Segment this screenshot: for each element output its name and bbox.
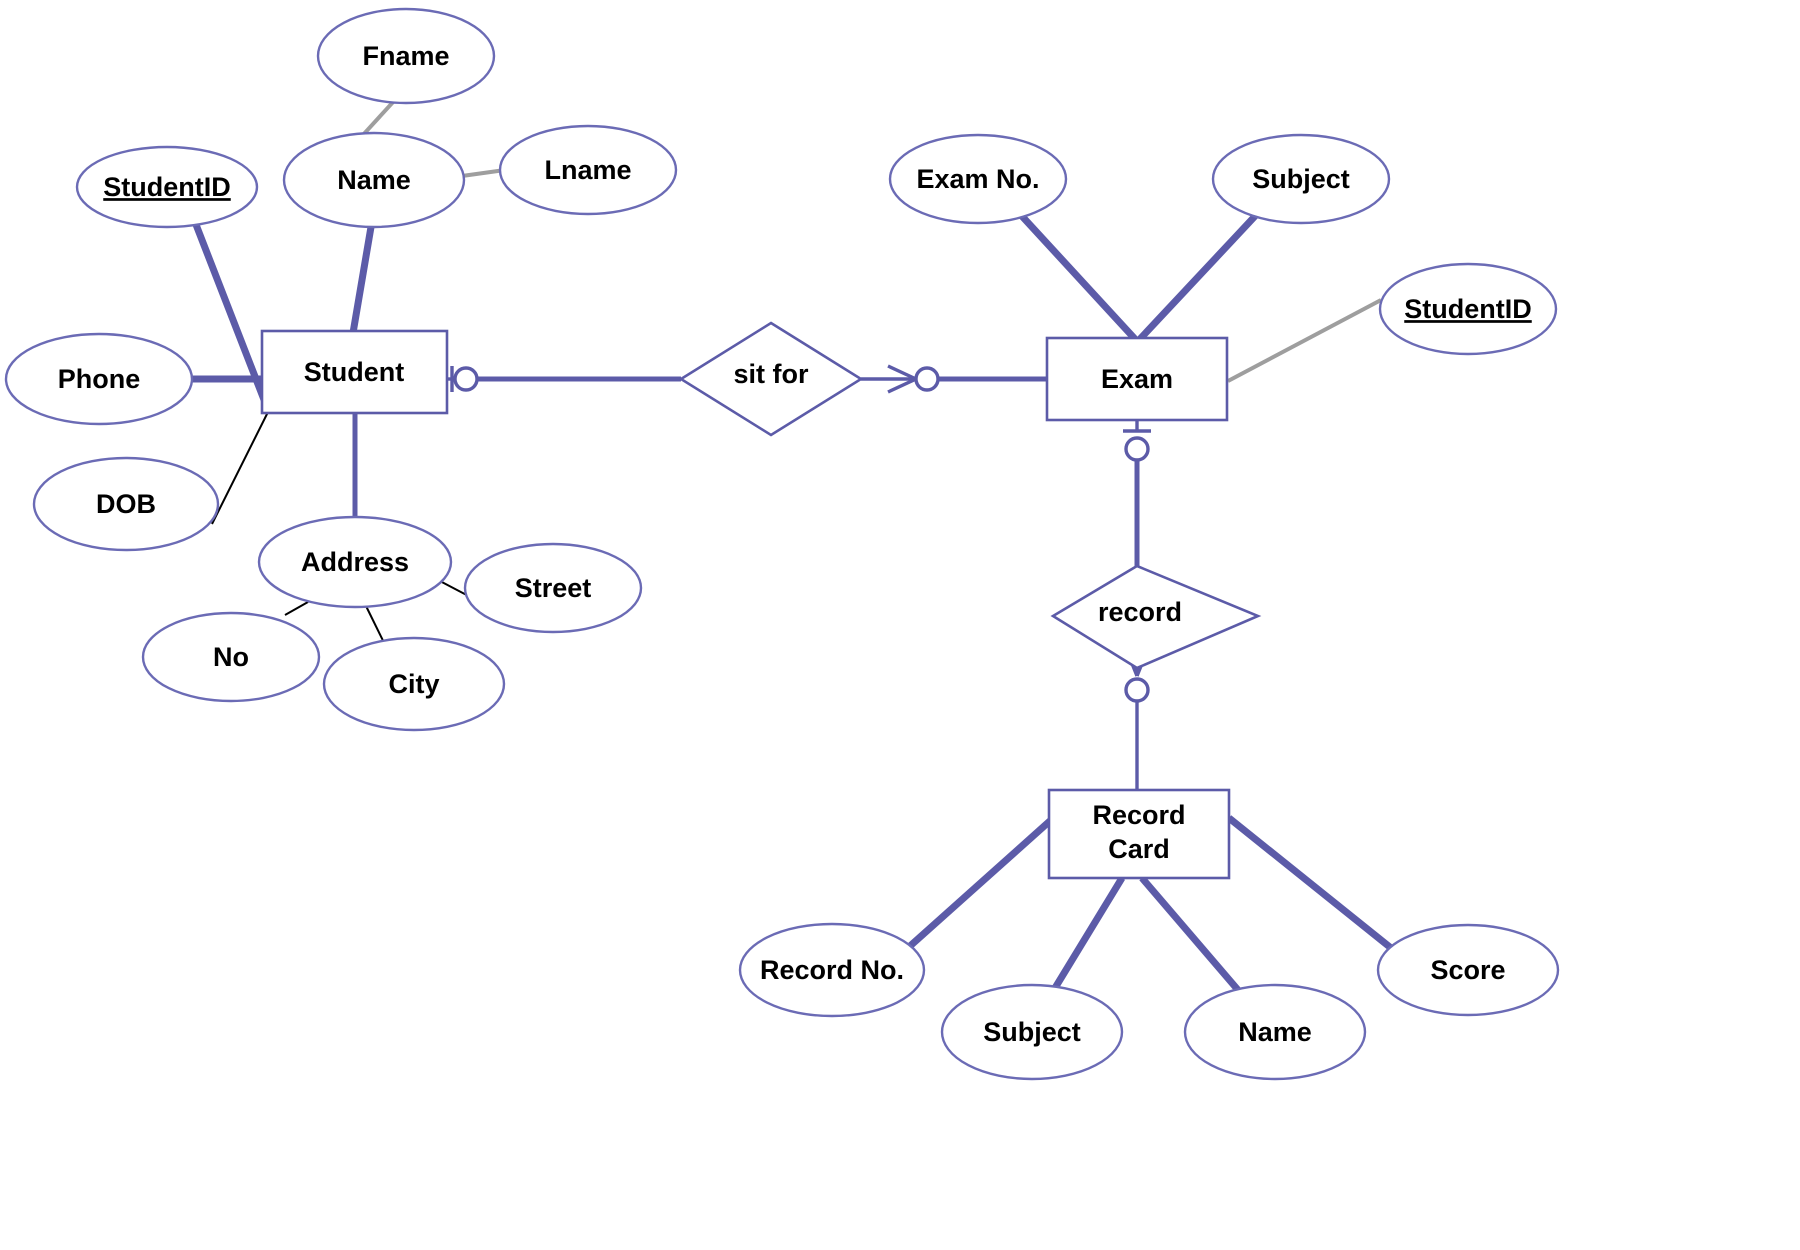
attribute-fname[interactable]: Fname — [316, 7, 496, 105]
attribute-record-no[interactable]: Record No. — [738, 922, 926, 1018]
attribute-label: StudentID — [103, 172, 231, 202]
attribute-city[interactable]: City — [322, 636, 506, 732]
attribute-studentid-right[interactable]: StudentID — [1378, 262, 1558, 356]
attribute-label: Phone — [58, 364, 141, 394]
attribute-label: DOB — [96, 489, 156, 519]
relationship-sit-for[interactable]: sit for — [678, 321, 864, 437]
attribute-label: Fname — [362, 41, 449, 71]
edge-recordcard-subject — [1052, 876, 1125, 990]
attribute-phone[interactable]: Phone — [4, 332, 194, 426]
entity-label: Exam — [1101, 364, 1173, 394]
edge-recordcard-name — [1139, 875, 1241, 993]
connector-student-sitfor — [447, 366, 681, 392]
edge-fname-name — [360, 99, 396, 138]
edge-name-lname — [461, 168, 506, 178]
relationship-label: sit for — [733, 359, 808, 389]
attribute-address[interactable]: Address — [257, 515, 453, 609]
zero-circle-icon — [453, 366, 479, 392]
attribute-score[interactable]: Score — [1376, 923, 1560, 1017]
attribute-label: Exam No. — [916, 164, 1039, 194]
relationship-label: record — [1098, 597, 1182, 627]
crow-foot-icon — [887, 364, 917, 394]
attribute-subject-exam[interactable]: Subject — [1211, 133, 1391, 225]
attribute-dob[interactable]: DOB — [32, 456, 220, 552]
edge-exam-studentid — [1227, 298, 1382, 383]
attribute-label: Name — [337, 165, 411, 195]
connector-sitfor-exam — [861, 364, 1047, 394]
entity-label-line1: Record — [1092, 800, 1185, 830]
zero-circle-icon — [914, 366, 940, 392]
edge-recordcard-score — [1226, 815, 1399, 955]
relationship-record[interactable]: record — [1050, 564, 1262, 670]
attribute-label: StudentID — [1404, 294, 1532, 324]
attribute-label: Subject — [1252, 164, 1350, 194]
edge-recordcard-recordno — [897, 817, 1054, 958]
attribute-street[interactable]: Street — [463, 542, 643, 634]
attribute-label: Record No. — [760, 955, 904, 985]
attribute-no[interactable]: No — [141, 611, 321, 703]
attribute-label: Subject — [983, 1017, 1081, 1047]
attribute-studentid-left[interactable]: StudentID — [75, 145, 259, 229]
edge-examno-exam — [1017, 211, 1138, 342]
edge-subject-exam — [1137, 211, 1260, 342]
attribute-label: No — [213, 642, 249, 672]
attribute-subject-card[interactable]: Subject — [940, 983, 1124, 1081]
attribute-exam-no[interactable]: Exam No. — [888, 133, 1068, 225]
attribute-label: Lname — [544, 155, 631, 185]
entity-exam[interactable]: Exam — [1045, 336, 1229, 422]
attribute-label: Score — [1430, 955, 1505, 985]
attribute-lname[interactable]: Lname — [498, 124, 678, 216]
entity-label: Student — [304, 357, 405, 387]
edge-student-dob — [211, 411, 269, 525]
attribute-name-card[interactable]: Name — [1183, 983, 1367, 1081]
er-diagram-canvas: Fname Lname StudentID Name Phone DOB Str… — [0, 0, 1800, 1250]
attribute-label: Name — [1238, 1017, 1312, 1047]
attribute-label: Address — [301, 547, 409, 577]
connector-exam-record — [1123, 420, 1151, 566]
attribute-label: City — [388, 669, 439, 699]
edge-address-no — [284, 601, 309, 616]
entity-label-line2: Card — [1108, 834, 1170, 864]
attribute-label: Street — [515, 573, 592, 603]
zero-circle-icon — [1124, 436, 1150, 462]
zero-circle-icon — [1124, 677, 1150, 703]
entity-student[interactable]: Student — [260, 329, 449, 415]
edge-name-student — [349, 226, 375, 334]
entity-record-card[interactable]: Record Card — [1047, 788, 1231, 880]
attribute-name-student[interactable]: Name — [282, 131, 466, 229]
